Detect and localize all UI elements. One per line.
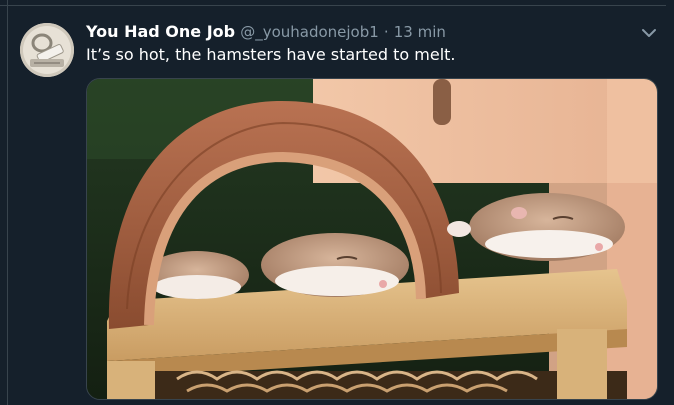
tweet-header: You Had One Job @_youhadonejob1 · 13 min (86, 21, 626, 43)
avatar-image (20, 23, 74, 77)
hamsters-photo (87, 79, 657, 399)
tweet[interactable]: You Had One Job @_youhadonejob1 · 13 min… (8, 6, 666, 405)
author-name[interactable]: You Had One Job (86, 22, 235, 41)
chevron-down-icon[interactable] (640, 24, 658, 42)
avatar[interactable] (20, 23, 74, 77)
tweet-text: It’s so hot, the hamsters have started t… (86, 45, 456, 64)
separator-dot: · (383, 23, 389, 41)
tweet-media-photo[interactable] (86, 78, 658, 400)
author-handle[interactable]: @_youhadonejob1 (240, 23, 379, 41)
timestamp[interactable]: 13 min (394, 23, 446, 41)
